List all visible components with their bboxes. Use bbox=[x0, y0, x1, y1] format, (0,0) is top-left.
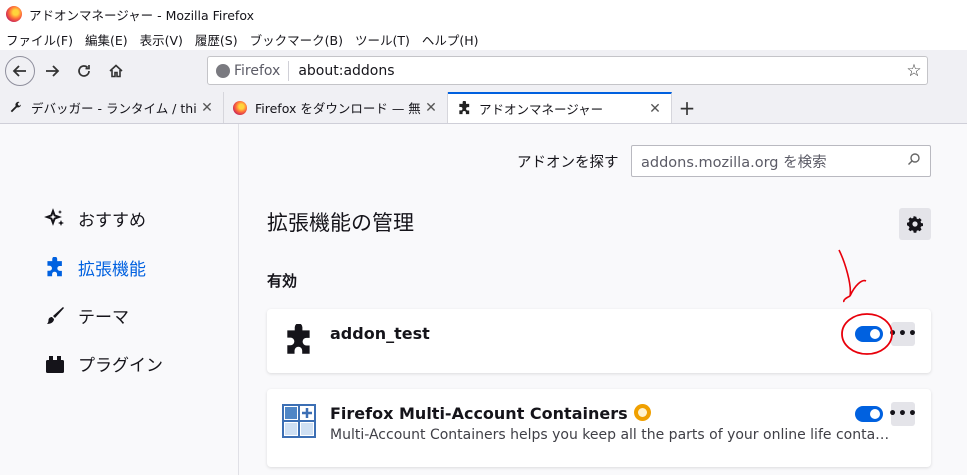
menu-bookmarks[interactable]: ブックマーク(B) bbox=[244, 30, 349, 49]
addons-main: アドオンを探す addons.mozilla.org を検索 拡張機能の管理 有… bbox=[240, 124, 967, 475]
identity-label: Firefox bbox=[234, 62, 281, 79]
addon-enable-toggle[interactable] bbox=[855, 406, 883, 422]
search-addons-input[interactable]: addons.mozilla.org を検索 bbox=[631, 145, 931, 177]
reload-button[interactable] bbox=[69, 56, 99, 86]
firefox-favicon-icon bbox=[233, 100, 247, 115]
menu-edit[interactable]: 編集(E) bbox=[79, 30, 134, 49]
back-button[interactable] bbox=[5, 56, 35, 86]
tab-addon-manager[interactable]: アドオンマネージャー ✕ bbox=[448, 92, 672, 123]
title-bar: アドオンマネージャー - Mozilla Firefox bbox=[0, 0, 967, 28]
identity-box[interactable]: Firefox bbox=[208, 60, 290, 81]
url-text[interactable]: about:addons bbox=[289, 63, 901, 79]
home-button[interactable] bbox=[101, 56, 131, 86]
menu-bar: ファイル(F) 編集(E) 表示(V) 履歴(S) ブックマーク(B) ツール(… bbox=[0, 28, 967, 50]
tab-debugger[interactable]: デバッガー - ランタイム / thi ✕ bbox=[0, 92, 224, 123]
page-title: 拡張機能の管理 bbox=[267, 211, 414, 235]
categories-sidebar: おすすめ 拡張機能 テーマ プラグイン bbox=[0, 124, 239, 475]
menu-history[interactable]: 履歴(S) bbox=[189, 30, 244, 49]
addon-name[interactable]: addon_test bbox=[330, 324, 430, 343]
tab-strip: デバッガー - ランタイム / thi ✕ Firefox をダウンロード — … bbox=[0, 92, 967, 124]
category-themes[interactable]: テーマ bbox=[44, 303, 129, 328]
tab-download-firefox[interactable]: Firefox をダウンロード — 無 ✕ bbox=[224, 92, 448, 123]
close-tab-icon[interactable]: ✕ bbox=[199, 100, 215, 116]
close-tab-icon[interactable]: ✕ bbox=[423, 100, 439, 116]
puzzle-icon bbox=[456, 101, 472, 117]
home-icon bbox=[109, 64, 123, 78]
addon-more-options-button[interactable]: ••• bbox=[888, 322, 917, 346]
recommended-badge-icon bbox=[633, 404, 651, 421]
wrench-icon bbox=[8, 100, 24, 116]
url-bar[interactable]: Firefox about:addons ☆ bbox=[207, 56, 928, 85]
addon-description: Multi-Account Containers helps you keep … bbox=[330, 427, 890, 443]
addon-card-addon-test[interactable]: addon_test ••• bbox=[267, 309, 931, 373]
addon-card-multi-account-containers[interactable]: Firefox Multi-Account Containers Multi-A… bbox=[267, 389, 931, 467]
category-extensions[interactable]: 拡張機能 bbox=[44, 255, 146, 280]
sparkle-icon bbox=[44, 207, 66, 230]
firefox-logo-icon bbox=[6, 6, 22, 22]
gear-icon bbox=[907, 216, 923, 233]
bookmark-star-icon[interactable]: ☆ bbox=[901, 61, 927, 81]
containers-grid-icon bbox=[281, 403, 317, 439]
category-recommendations[interactable]: おすすめ bbox=[44, 206, 146, 231]
window-title: アドオンマネージャー - Mozilla Firefox bbox=[29, 7, 254, 23]
arrow-left-icon bbox=[12, 65, 26, 77]
find-addons-label: アドオンを探す bbox=[517, 155, 619, 171]
arrow-right-icon bbox=[46, 65, 60, 77]
section-enabled-heading: 有効 bbox=[267, 272, 298, 290]
firefox-identity-icon bbox=[216, 63, 230, 78]
reload-icon bbox=[78, 65, 90, 77]
extension-puzzle-icon bbox=[281, 323, 317, 359]
menu-help[interactable]: ヘルプ(H) bbox=[416, 30, 485, 49]
navigation-bar: Firefox about:addons ☆ bbox=[0, 50, 967, 92]
tools-gear-button[interactable] bbox=[899, 208, 931, 240]
new-tab-button[interactable]: + bbox=[672, 92, 702, 123]
puzzle-icon bbox=[44, 256, 66, 279]
addon-enable-toggle[interactable] bbox=[855, 326, 883, 342]
plugin-icon bbox=[44, 353, 66, 375]
menu-file[interactable]: ファイル(F) bbox=[0, 30, 79, 49]
addon-more-options-button[interactable]: ••• bbox=[888, 402, 917, 426]
search-icon bbox=[907, 152, 921, 170]
forward-button[interactable] bbox=[37, 56, 67, 86]
category-plugins[interactable]: プラグイン bbox=[44, 351, 163, 376]
close-tab-icon[interactable]: ✕ bbox=[647, 101, 663, 117]
menu-view[interactable]: 表示(V) bbox=[134, 30, 189, 49]
addon-name[interactable]: Firefox Multi-Account Containers bbox=[330, 404, 651, 423]
brush-icon bbox=[44, 305, 66, 327]
menu-tools[interactable]: ツール(T) bbox=[349, 30, 416, 49]
